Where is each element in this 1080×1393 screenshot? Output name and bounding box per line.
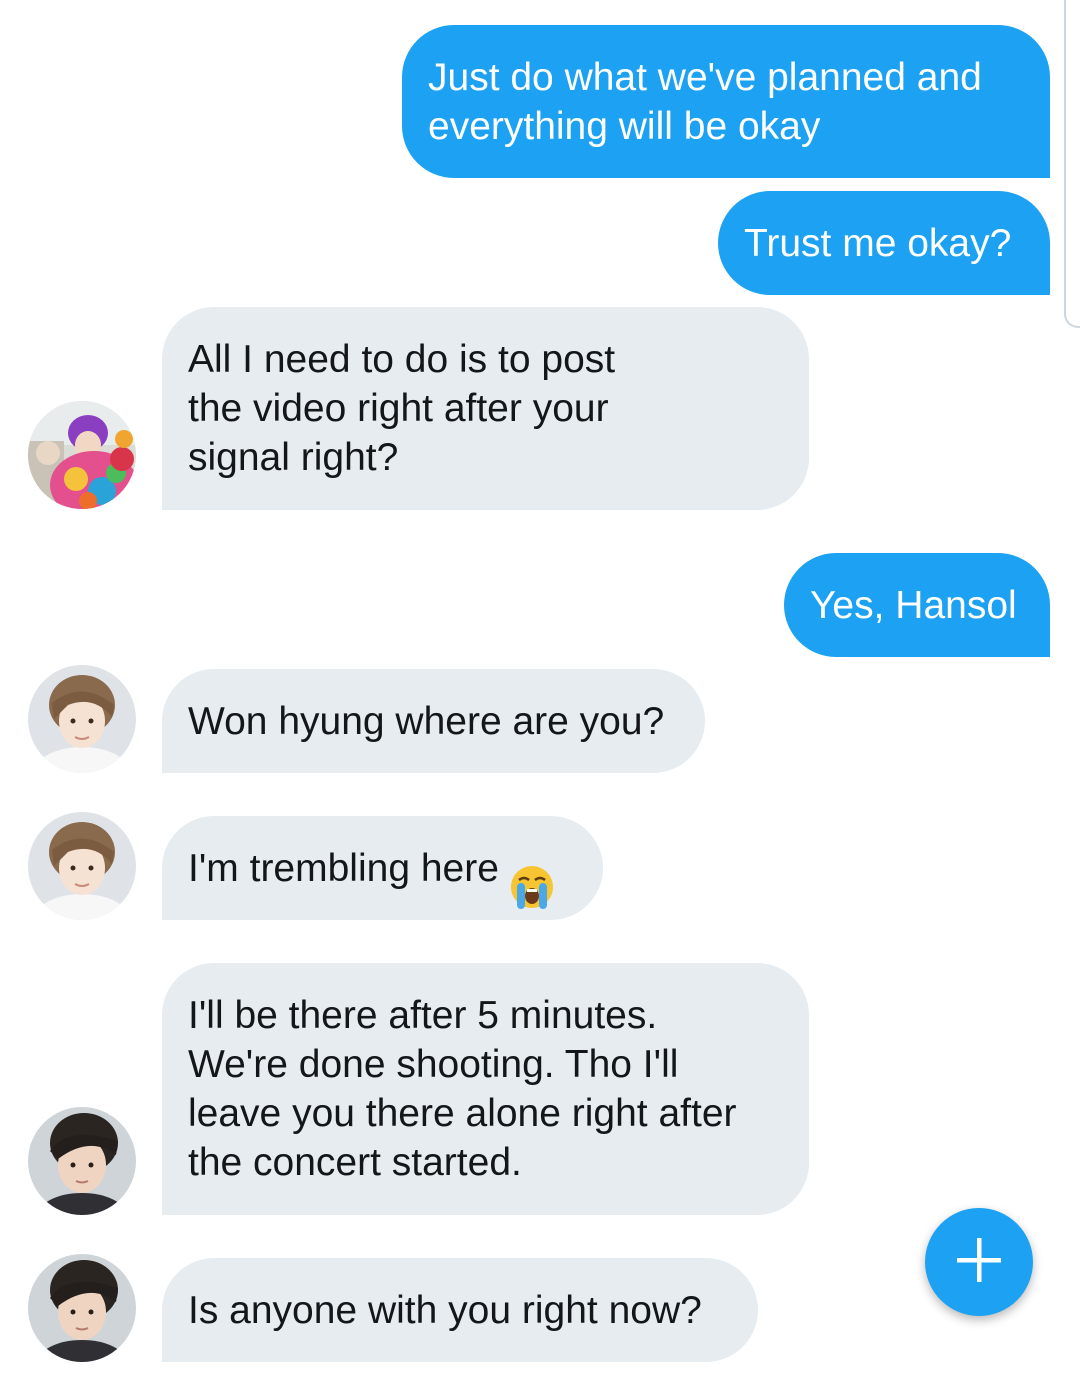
message-bubble-received[interactable]: All I need to do is to post the video ri… [162, 307, 809, 510]
message-bubble-sent[interactable]: Just do what we've planned and everythin… [402, 25, 1050, 178]
message-bubble-received[interactable]: Won hyung where are you? [162, 669, 705, 773]
message-text: Just do what we've planned and everythin… [428, 55, 982, 148]
avatar[interactable] [28, 812, 136, 920]
message-bubble-sent[interactable]: Trust me okay? [718, 191, 1050, 295]
avatar[interactable] [28, 665, 136, 773]
plus-icon [951, 1232, 1007, 1293]
message-text: Trust me okay? [744, 221, 1012, 265]
avatar[interactable] [28, 401, 136, 509]
message-bubble-sent[interactable]: Yes, Hansol [784, 553, 1050, 657]
avatar[interactable] [28, 1254, 136, 1362]
message-text: I'm trembling here [188, 846, 499, 890]
message-text: Is anyone with you right now? [188, 1288, 702, 1332]
message-bubble-received[interactable]: I'll be there after 5 minutes. We're don… [162, 963, 809, 1215]
message-bubble-received[interactable]: I'm trembling here [162, 816, 603, 920]
message-text: Yes, Hansol [810, 583, 1017, 627]
message-text: All I need to do is to post the video ri… [188, 338, 616, 479]
avatar[interactable] [28, 1107, 136, 1215]
message-text: I'll be there after 5 minutes. We're don… [188, 994, 737, 1184]
message-bubble-received[interactable]: Is anyone with you right now? [162, 1258, 758, 1362]
message-text: Won hyung where are you? [188, 699, 665, 743]
scroll-edge-indicator [1064, 0, 1080, 328]
compose-fab-button[interactable] [925, 1208, 1033, 1316]
loudly-crying-face-icon [509, 815, 555, 922]
